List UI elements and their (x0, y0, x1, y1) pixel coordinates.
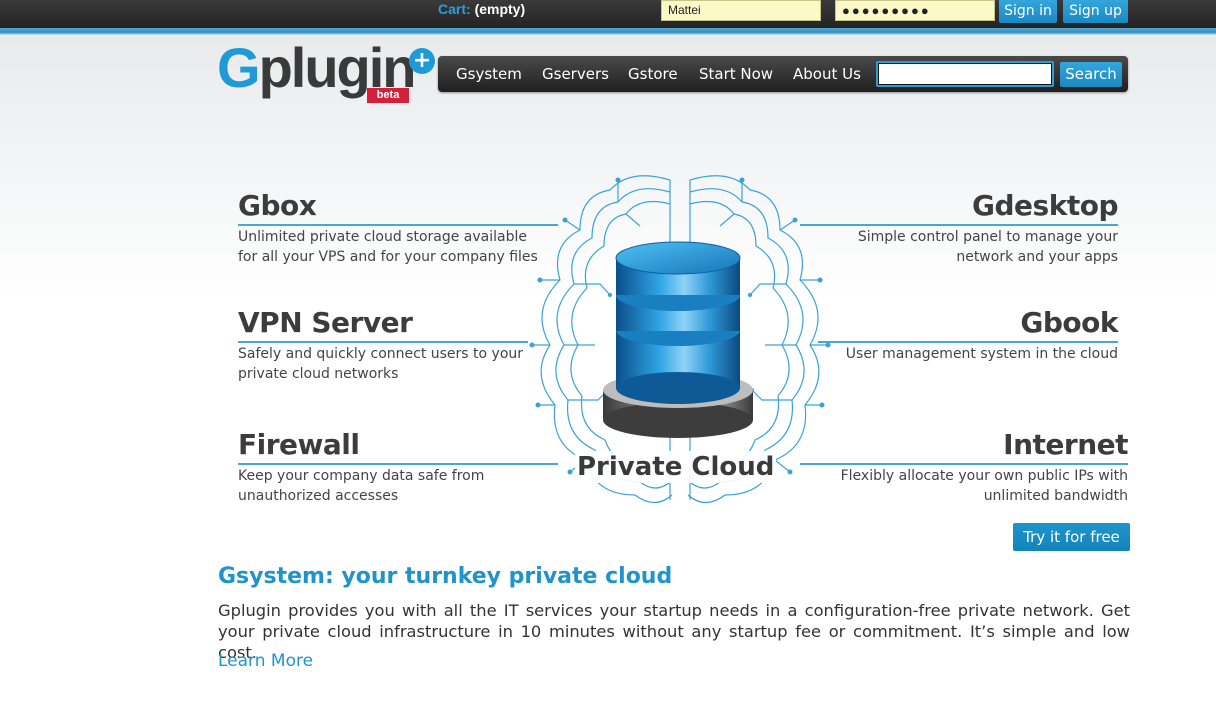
feature-title: Gdesktop (972, 189, 1118, 222)
feature-description: User management system in the cloud (845, 346, 1118, 362)
cart-label: Cart: (438, 1, 471, 17)
search-input[interactable] (876, 61, 1054, 87)
signup-button[interactable]: Sign up (1063, 0, 1128, 23)
nav-item-start-now[interactable]: Start Now (699, 56, 773, 92)
learn-more-link[interactable]: Learn More (218, 649, 313, 673)
nav-item-gsystem[interactable]: Gsystem (456, 56, 522, 92)
feature-description: Keep your company data safe from unautho… (238, 468, 485, 504)
feature-gbook[interactable]: Gbook User management system in the clou… (818, 306, 1119, 364)
feature-divider (818, 341, 1118, 343)
feature-description: Safely and quickly connect users to your… (238, 346, 524, 382)
feature-gbox[interactable]: Gbox Unlimited private cloud storage ava… (238, 190, 538, 267)
logo-g: G (217, 36, 261, 99)
gplugin-logo[interactable]: Gplugin + beta (217, 36, 437, 106)
feature-title: Gbook (1020, 306, 1118, 339)
feature-firewall[interactable]: Firewall Keep your company data safe fro… (238, 429, 538, 506)
top-bar-stripe (0, 28, 1216, 35)
feature-description: Unlimited private cloud storage availabl… (238, 229, 538, 265)
search-button[interactable]: Search (1060, 62, 1122, 87)
signin-button[interactable]: Sign in (999, 0, 1057, 23)
nav-item-gservers[interactable]: Gservers (542, 56, 609, 92)
nav-item-about-us[interactable]: About Us (793, 56, 861, 92)
database-icon (603, 241, 753, 438)
feature-description: Flexibly allocate your own public IPs wi… (840, 468, 1128, 504)
main-nav: Gsystem Gservers Gstore Start Now About … (438, 56, 1128, 92)
feature-divider (238, 341, 528, 343)
feature-internet[interactable]: Internet Flexibly allocate your own publ… (818, 428, 1129, 506)
feature-title: Firewall (238, 428, 360, 461)
feature-divider (800, 463, 1128, 465)
feature-divider (238, 224, 558, 226)
nav-item-gstore[interactable]: Gstore (628, 56, 678, 92)
feature-title: Gbox (238, 189, 317, 222)
section-title: Gsystem: your turnkey private cloud (218, 564, 673, 589)
feature-divider (238, 463, 558, 465)
feature-vpn-server[interactable]: VPN Server Safely and quickly connect us… (238, 307, 538, 384)
feature-title: VPN Server (238, 306, 413, 339)
try-for-free-button[interactable]: Try it for free (1013, 523, 1130, 551)
logo-plus-icon: + (409, 48, 435, 74)
username-field[interactable]: Mattei (661, 0, 821, 21)
cart-status[interactable]: Cart: (empty) (438, 0, 525, 20)
feature-gdesktop[interactable]: Gdesktop Simple control panel to manage … (818, 189, 1119, 267)
feature-divider (800, 224, 1118, 226)
private-cloud-label: Private Cloud (575, 451, 777, 483)
feature-description: Simple control panel to manage your netw… (857, 229, 1118, 265)
beta-badge: beta (367, 88, 409, 103)
feature-title: Internet (1003, 428, 1128, 461)
section-body: Gplugin provides you with all the IT ser… (218, 601, 1130, 662)
cart-value: (empty) (474, 1, 526, 17)
password-field[interactable]: ●●●●●●●●● (835, 0, 995, 21)
